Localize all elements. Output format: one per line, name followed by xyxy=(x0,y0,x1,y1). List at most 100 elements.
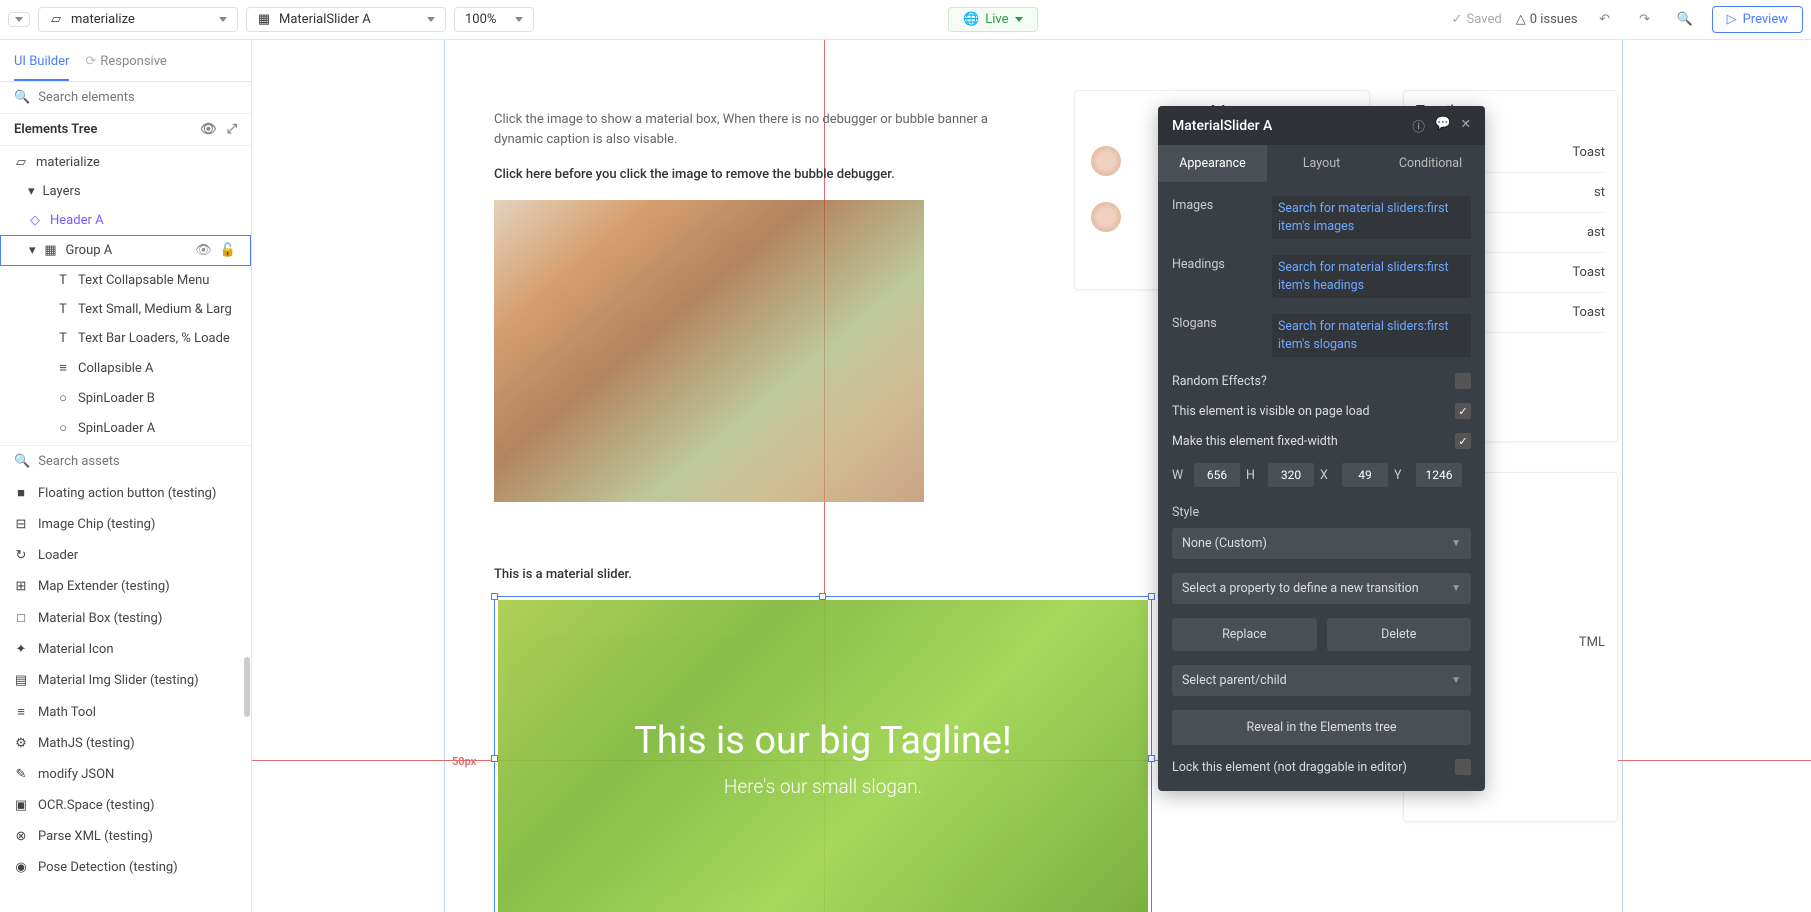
element-selector[interactable]: ▦ MaterialSlider A xyxy=(246,7,446,32)
tab-ui-builder[interactable]: UI Builder xyxy=(14,48,69,81)
random-effects-checkbox[interactable] xyxy=(1455,373,1471,389)
height-input[interactable] xyxy=(1268,463,1314,487)
eye-icon[interactable]: 👁 xyxy=(195,243,212,258)
material-box-image[interactable] xyxy=(494,200,924,502)
delete-button[interactable]: Delete xyxy=(1327,618,1472,651)
asset-item[interactable]: □Material Box (testing) xyxy=(0,602,251,634)
asset-item[interactable]: ⊗Parse XML (testing) xyxy=(0,821,251,852)
expand-icon[interactable]: ⤢ xyxy=(227,122,237,137)
click-text[interactable]: Click here before you click the image to… xyxy=(494,165,1024,185)
lock-checkbox[interactable] xyxy=(1455,759,1471,775)
comment-icon[interactable]: 💬 xyxy=(1435,116,1451,135)
asset-item[interactable]: ⊟Image Chip (testing) xyxy=(0,509,251,540)
asset-item[interactable]: ⚙MathJS (testing) xyxy=(0,728,251,759)
resize-handle[interactable] xyxy=(491,755,498,762)
tree-item[interactable]: TText Small, Medium & Larg xyxy=(0,295,251,324)
inspector-title: MaterialSlider A xyxy=(1172,118,1272,134)
h-label: H xyxy=(1246,468,1262,483)
asset-item[interactable]: ✎modify JSON xyxy=(0,759,251,790)
headings-value[interactable]: Search for material sliders:first item's… xyxy=(1272,255,1471,298)
fixed-width-checkbox[interactable] xyxy=(1455,433,1471,449)
search-button[interactable]: 🔍 xyxy=(1672,7,1698,33)
chevron-down-icon: ▼ xyxy=(1451,583,1461,594)
resize-handle[interactable] xyxy=(1148,593,1155,600)
text-icon: T xyxy=(56,302,70,317)
asset-item[interactable]: ◉Pose Detection (testing) xyxy=(0,852,251,883)
tab-conditional[interactable]: Conditional xyxy=(1376,145,1485,182)
tree-layers[interactable]: ▾Layers xyxy=(0,177,251,206)
tree-item[interactable]: ○SpinLoader B xyxy=(0,383,251,413)
inspector-header[interactable]: MaterialSlider A ⓘ 💬 ✕ xyxy=(1158,106,1485,145)
redo-button[interactable]: ↷ xyxy=(1632,7,1658,33)
check-icon: ✓ xyxy=(1452,12,1463,27)
width-input[interactable] xyxy=(1194,463,1240,487)
tab-responsive[interactable]: ⟳Responsive xyxy=(85,48,166,81)
asset-item[interactable]: ✦Material Icon xyxy=(0,634,251,665)
saved-status: ✓ Saved xyxy=(1452,12,1502,27)
x-input[interactable] xyxy=(1342,463,1388,487)
chevron-down-icon xyxy=(219,17,227,22)
group-icon: ▦ xyxy=(44,243,58,258)
tree-item[interactable]: TText Collapsable Menu xyxy=(0,266,251,295)
tree-header-a[interactable]: ◇Header A xyxy=(0,206,251,235)
asset-item[interactable]: ▣OCR.Space (testing) xyxy=(0,790,251,821)
parent-child-select[interactable]: Select parent/child ▼ xyxy=(1172,665,1471,696)
left-panel: UI Builder ⟳Responsive 🔍 Elements Tree 👁… xyxy=(0,40,252,912)
info-icon[interactable]: ⓘ xyxy=(1412,116,1425,135)
redo-icon: ↷ xyxy=(1639,12,1650,27)
tab-layout[interactable]: Layout xyxy=(1267,145,1376,182)
slider-label: This is a material slider. xyxy=(494,565,632,585)
guide-vertical xyxy=(444,40,445,912)
menu-dropdown[interactable] xyxy=(8,12,30,27)
reveal-button[interactable]: Reveal in the Elements tree xyxy=(1172,710,1471,745)
y-label: Y xyxy=(1394,468,1410,483)
material-slider-element[interactable]: This is our big Tagline! Here's our smal… xyxy=(494,596,1152,912)
tree-group-a[interactable]: ▾ ▦ Group A 👁🔓 xyxy=(0,235,251,266)
page-selector[interactable]: ▱ materialize xyxy=(38,7,238,32)
inspector-tabs: Appearance Layout Conditional xyxy=(1158,145,1485,182)
asset-icon: ↻ xyxy=(14,548,28,563)
live-button[interactable]: 🌐 Live xyxy=(948,7,1037,32)
tree-item[interactable]: ○SpinLoader A xyxy=(0,413,251,443)
undo-button[interactable]: ↶ xyxy=(1592,7,1618,33)
asset-item[interactable]: ≡Math Tool xyxy=(0,696,251,728)
images-value[interactable]: Search for material sliders:first item's… xyxy=(1272,196,1471,239)
close-icon[interactable]: ✕ xyxy=(1461,116,1471,135)
asset-item[interactable]: ▤Material Img Slider (testing) xyxy=(0,665,251,696)
issues-indicator[interactable]: △ 0 issues xyxy=(1516,12,1578,27)
resize-handle[interactable] xyxy=(1148,755,1155,762)
asset-item[interactable]: ↻Loader xyxy=(0,540,251,571)
zoom-selector[interactable]: 100% xyxy=(454,7,534,32)
preview-button[interactable]: ▷ Preview xyxy=(1712,6,1803,33)
resize-handle[interactable] xyxy=(491,593,498,600)
style-select[interactable]: None (Custom) ▼ xyxy=(1172,528,1471,559)
asset-icon: ⊟ xyxy=(14,517,28,532)
tab-appearance[interactable]: Appearance xyxy=(1158,145,1267,182)
resize-handle[interactable] xyxy=(819,593,826,600)
inspector-panel[interactable]: MaterialSlider A ⓘ 💬 ✕ Appearance Layout… xyxy=(1158,106,1485,791)
fixed-width-label: Make this element fixed-width xyxy=(1172,434,1338,449)
page-icon: ▱ xyxy=(14,155,28,170)
asset-icon: ✎ xyxy=(14,767,28,782)
spinner-icon: ○ xyxy=(56,390,70,406)
search-elements-input[interactable] xyxy=(38,90,237,105)
asset-icon: ◉ xyxy=(14,860,28,875)
scrollbar-thumb[interactable] xyxy=(244,657,250,717)
y-input[interactable] xyxy=(1416,463,1462,487)
transition-select[interactable]: Select a property to define a new transi… xyxy=(1172,573,1471,604)
collapsible-icon: ≡ xyxy=(56,360,70,376)
lock-icon[interactable]: 🔓 xyxy=(220,243,236,258)
slogans-value[interactable]: Search for material sliders:first item's… xyxy=(1272,314,1471,357)
spinner-icon: ○ xyxy=(56,420,70,436)
visible-checkbox[interactable] xyxy=(1455,403,1471,419)
text-icon: T xyxy=(56,331,70,346)
tree-item[interactable]: ≡Collapsible A xyxy=(0,353,251,383)
tree-root[interactable]: ▱materialize xyxy=(0,148,251,177)
canvas[interactable]: 50px Click the image to show a material … xyxy=(252,40,1811,912)
asset-item[interactable]: ⊞Map Extender (testing) xyxy=(0,571,251,602)
asset-item[interactable]: ■Floating action button (testing) xyxy=(0,477,251,509)
replace-button[interactable]: Replace xyxy=(1172,618,1317,651)
eye-icon[interactable]: 👁 xyxy=(200,122,217,137)
search-assets-input[interactable] xyxy=(38,454,237,469)
tree-item[interactable]: TText Bar Loaders, % Loade xyxy=(0,324,251,353)
